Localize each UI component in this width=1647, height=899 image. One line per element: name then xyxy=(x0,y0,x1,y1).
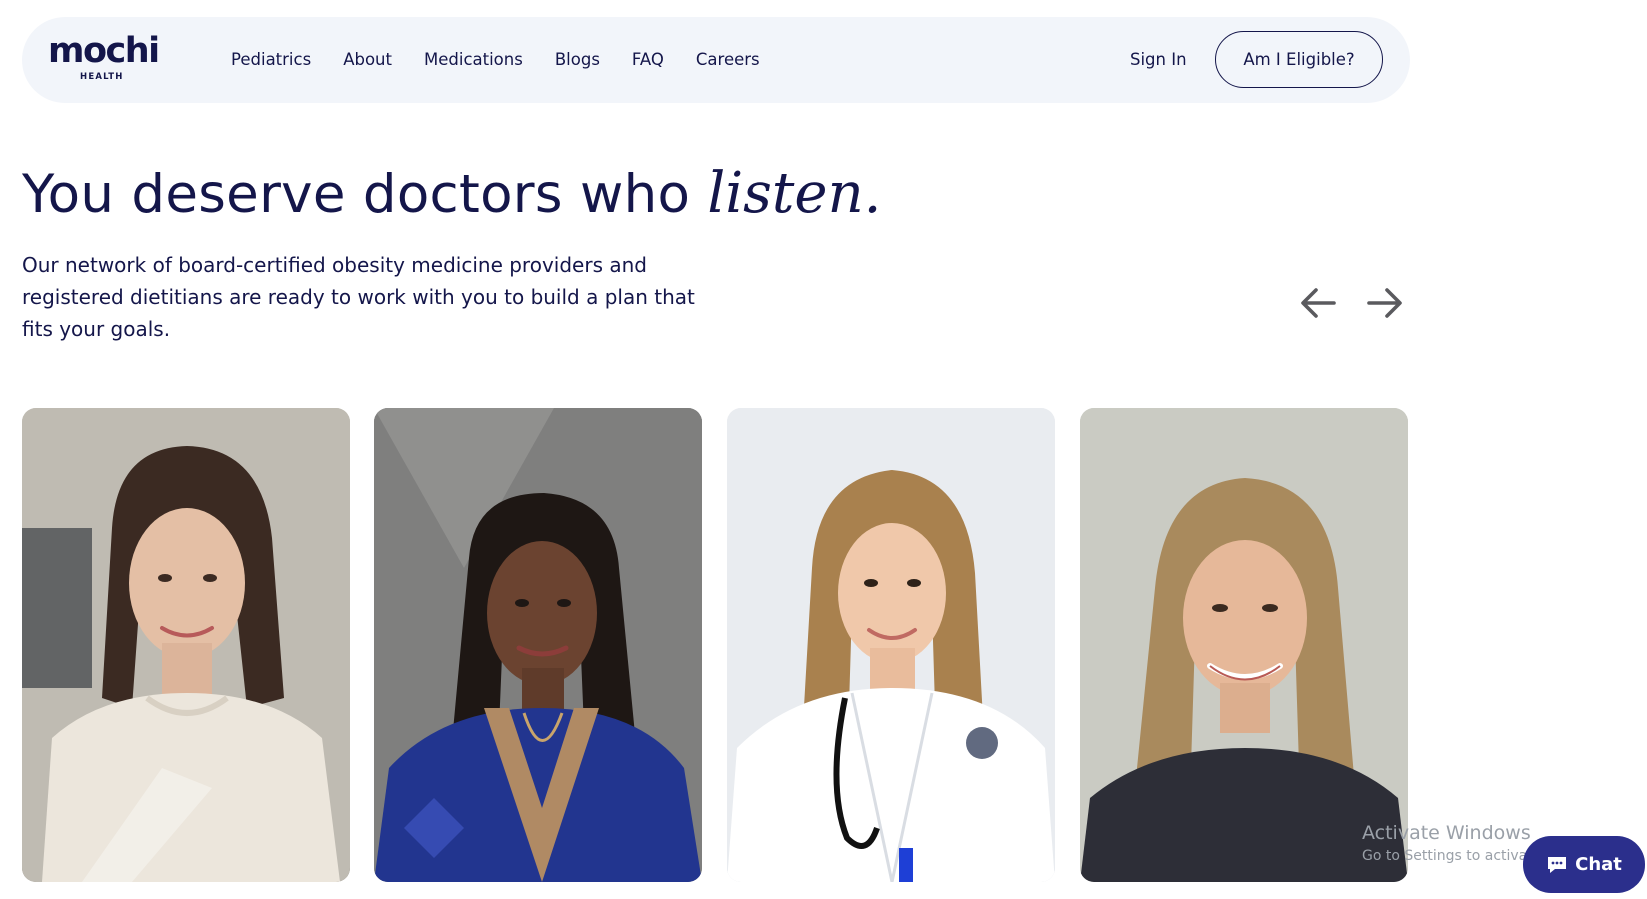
provider-photo-2 xyxy=(374,408,702,882)
provider-card-3[interactable] xyxy=(727,408,1055,882)
sign-in-link[interactable]: Sign In xyxy=(1130,47,1187,73)
arrow-left-icon xyxy=(1301,288,1336,318)
provider-photo-4 xyxy=(1080,408,1408,882)
logo-wordmark: mochi xyxy=(48,31,160,71)
hero-title-emphasis: listen. xyxy=(707,161,882,226)
nav-link-pediatrics[interactable]: Pediatrics xyxy=(231,47,311,73)
nav-link-about[interactable]: About xyxy=(343,47,392,73)
chat-button[interactable]: Chat xyxy=(1523,836,1645,893)
main-nav: Pediatrics About Medications Blogs FAQ C… xyxy=(231,47,792,73)
hero-title-main: You deserve doctors who xyxy=(22,164,708,225)
nav-link-blogs[interactable]: Blogs xyxy=(555,47,600,73)
provider-card-2[interactable] xyxy=(374,408,702,882)
am-i-eligible-button[interactable]: Am I Eligible? xyxy=(1215,31,1383,88)
provider-card-1[interactable] xyxy=(22,408,350,882)
provider-photo-1 xyxy=(22,408,350,882)
top-navbar: mochi HEALTH Pediatrics About Medication… xyxy=(22,17,1410,103)
logo-subtext: HEALTH xyxy=(80,72,124,82)
carousel-next-button[interactable] xyxy=(1363,283,1407,323)
chat-label: Chat xyxy=(1575,854,1622,875)
nav-link-faq[interactable]: FAQ xyxy=(632,47,664,73)
nav-link-medications[interactable]: Medications xyxy=(424,47,523,73)
nav-link-careers[interactable]: Careers xyxy=(696,47,760,73)
provider-card-4[interactable] xyxy=(1080,408,1408,882)
mochi-health-logo[interactable]: mochi HEALTH xyxy=(48,31,160,83)
chat-bubble-icon xyxy=(1548,856,1567,873)
arrow-right-icon xyxy=(1367,288,1402,318)
provider-photo-3 xyxy=(727,408,1055,882)
provider-carousel xyxy=(22,408,1410,882)
hero-title: You deserve doctors who listen. xyxy=(22,158,881,231)
hero-description: Our network of board-certified obesity m… xyxy=(22,253,695,341)
carousel-prev-button[interactable] xyxy=(1296,283,1340,323)
